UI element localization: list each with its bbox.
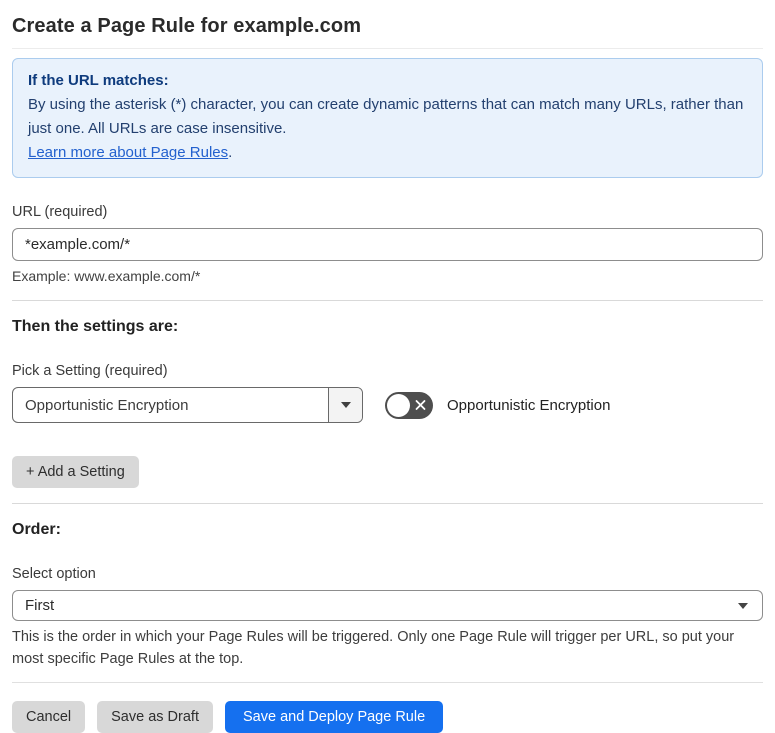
info-box-body: By using the asterisk (*) character, you… [28, 96, 744, 137]
setting-dropdown[interactable]: Opportunistic Encryption [12, 387, 363, 423]
setting-dropdown-value: Opportunistic Encryption [25, 396, 189, 414]
url-match-info-box: If the URL matches: By using the asteris… [12, 58, 763, 178]
chevron-down-icon [340, 402, 351, 408]
title-divider [12, 48, 763, 49]
cancel-button[interactable]: Cancel [12, 701, 86, 733]
opportunistic-encryption-toggle[interactable] [385, 391, 433, 419]
link-suffix: . [228, 144, 233, 161]
page-title: Create a Page Rule for example.com [12, 15, 362, 37]
toggle-label: Opportunistic Encryption [447, 396, 611, 414]
info-box-link-line: Learn more about Page Rules. [28, 141, 747, 165]
save-draft-button[interactable]: Save as Draft [97, 701, 213, 733]
order-section-heading: Order: [12, 521, 61, 538]
order-helper-text: This is the order in which your Page Rul… [12, 629, 735, 667]
url-example-helper: Example: www.example.com/* [12, 268, 201, 284]
page-rule-form: Create a Page Rule for example.com If th… [0, 0, 775, 733]
learn-more-link[interactable]: Learn more about Page Rules [28, 144, 228, 161]
select-chevron-down-icon [738, 602, 748, 609]
add-setting-button[interactable]: + Add a Setting [12, 456, 139, 488]
settings-section-divider [12, 300, 763, 301]
settings-section-heading: Then the settings are: [12, 318, 179, 335]
toggle-off-x-icon [415, 400, 426, 411]
url-input[interactable] [12, 228, 763, 261]
order-select[interactable]: First [12, 590, 763, 621]
action-button-row: Cancel Save as Draft Save and Deploy Pag… [12, 701, 763, 733]
save-deploy-button[interactable]: Save and Deploy Page Rule [224, 701, 444, 733]
pick-setting-label: Pick a Setting (required) [12, 363, 168, 379]
order-select-label: Select option [12, 566, 96, 582]
order-section-divider [12, 503, 763, 504]
actions-divider [12, 682, 763, 683]
setting-dropdown-arrow-button[interactable] [328, 388, 362, 422]
order-select-value: First [25, 597, 55, 614]
url-field-label: URL (required) [12, 204, 108, 220]
info-box-heading: If the URL matches: [28, 72, 169, 89]
setting-row: Opportunistic Encryption Opportunistic E… [12, 387, 763, 423]
toggle-knob [387, 393, 410, 417]
